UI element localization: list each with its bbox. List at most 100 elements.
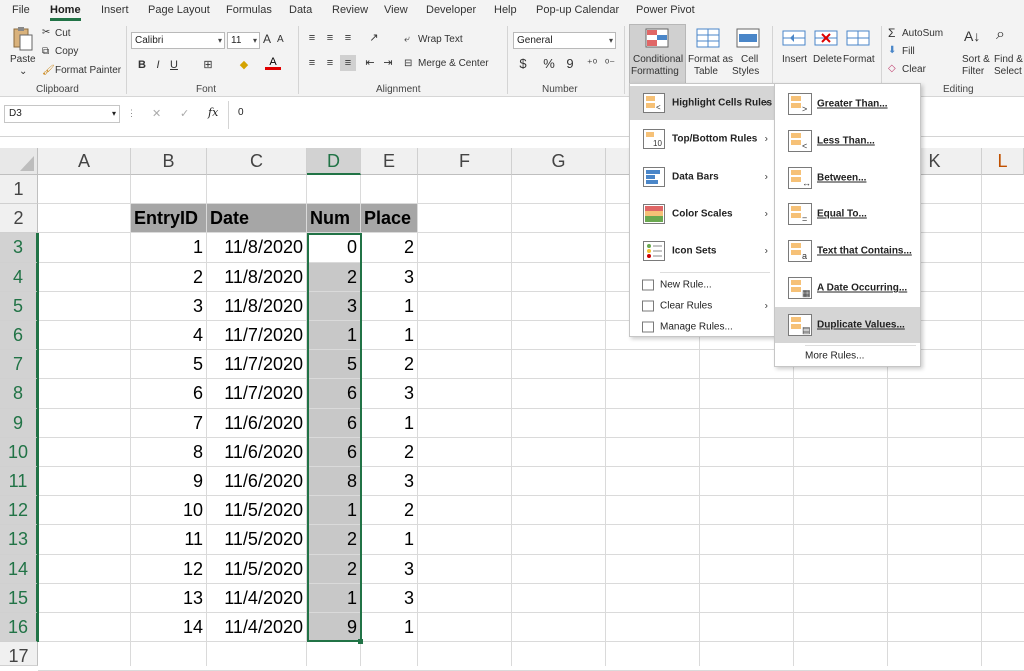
tab-page-layout[interactable]: Page Layout (148, 4, 210, 16)
menu-item-icon-sets[interactable]: Icon Sets› (630, 234, 774, 268)
format-cells-icon[interactable] (846, 28, 870, 48)
column-header-f[interactable]: F (418, 148, 512, 175)
row-header-11[interactable]: 11 (0, 467, 38, 496)
wrap-text-icon[interactable]: ⤶ (404, 34, 410, 45)
cell-date[interactable]: 11/6/2020 (207, 467, 306, 495)
clear-icon[interactable]: ◇ (888, 63, 896, 74)
row-header-3[interactable]: 3 (0, 233, 38, 262)
delete-cells-icon[interactable] (814, 28, 838, 48)
find-select-label-2[interactable]: Select (994, 66, 1022, 77)
cell-entryid[interactable]: 2 (131, 263, 206, 291)
submenu-item-more-rules[interactable]: More Rules... (775, 346, 920, 366)
tab-power-pivot[interactable]: Power Pivot (636, 4, 695, 16)
fill-icon[interactable]: ⬇ (888, 45, 896, 56)
cancel-icon[interactable]: ✕ (152, 107, 161, 120)
cell-entryid[interactable]: 11 (131, 525, 206, 553)
menu-item-highlight-cells-rules[interactable]: < Highlight Cells Rules› (630, 86, 774, 120)
cell-entryid[interactable]: 5 (131, 350, 206, 378)
grow-font-icon[interactable]: A (263, 32, 271, 46)
fill-color-icon[interactable]: ◆ (236, 57, 252, 73)
shrink-font-icon[interactable]: A (277, 34, 284, 45)
font-size-select[interactable]: 11▾ (227, 32, 260, 49)
align-top-icon[interactable]: ≡ (304, 30, 320, 46)
cell-entryid[interactable]: 1 (131, 233, 206, 261)
cell-styles-label-2[interactable]: Styles (732, 66, 759, 77)
cell-entryid[interactable]: 12 (131, 555, 206, 583)
table-header-date[interactable]: Date (207, 204, 306, 232)
tab-file[interactable]: File (12, 4, 30, 16)
align-middle-icon[interactable]: ≡ (322, 30, 338, 46)
cell-entryid[interactable]: 3 (131, 292, 206, 320)
borders-icon[interactable]: ⊞ (200, 57, 216, 73)
wrap-text-label[interactable]: Wrap Text (418, 34, 463, 45)
row-header-17[interactable]: 17 (0, 642, 38, 666)
cell-entryid[interactable]: 7 (131, 409, 206, 437)
column-header-b[interactable]: B (131, 148, 207, 175)
insert-label[interactable]: Insert (782, 54, 807, 65)
row-header-14[interactable]: 14 (0, 555, 38, 584)
select-all-button[interactable] (0, 148, 38, 175)
menu-item-manage-rules[interactable]: Manage Rules... (630, 317, 774, 337)
cell-place[interactable]: 3 (361, 263, 417, 291)
menu-item-clear-rules[interactable]: Clear Rules› (630, 296, 774, 316)
sort-filter-icon[interactable]: A↓ (964, 28, 980, 44)
format-as-table-label-1[interactable]: Format as (688, 54, 733, 65)
submenu-item-text-contains[interactable]: aText that Contains... (775, 233, 920, 269)
cell-place[interactable]: 1 (361, 613, 417, 641)
align-left-icon[interactable]: ≡ (304, 55, 320, 71)
number-format-select[interactable]: General▾ (513, 32, 616, 49)
column-header-d[interactable]: D (307, 148, 361, 175)
paste-dropdown-icon[interactable]: ⌄ (19, 66, 27, 77)
bold-button[interactable]: B (134, 57, 150, 73)
formula-input[interactable]: 0 (232, 105, 624, 123)
cell-place[interactable]: 3 (361, 584, 417, 612)
increase-indent-icon[interactable]: ⇥ (380, 55, 396, 71)
table-header-num[interactable]: Num (307, 204, 360, 232)
conditional-formatting-label-1[interactable]: Conditional (633, 54, 683, 65)
cell-entryid[interactable]: 8 (131, 438, 206, 466)
fill-handle[interactable] (358, 639, 363, 644)
row-header-1[interactable]: 1 (0, 175, 38, 204)
align-bottom-icon[interactable]: ≡ (340, 30, 356, 46)
cell-date[interactable]: 11/7/2020 (207, 321, 306, 349)
tab-popup-calendar[interactable]: Pop-up Calendar (536, 4, 619, 16)
cell-date[interactable]: 11/5/2020 (207, 525, 306, 553)
cell-entryid[interactable]: 9 (131, 467, 206, 495)
row-header-9[interactable]: 9 (0, 409, 38, 438)
align-center-icon[interactable]: ≡ (322, 55, 338, 71)
format-painter-label[interactable]: Format Painter (55, 65, 121, 76)
submenu-item-equal-to[interactable]: =Equal To... (775, 196, 920, 232)
cell-place[interactable]: 3 (361, 555, 417, 583)
row-header-2[interactable]: 2 (0, 204, 38, 233)
tab-view[interactable]: View (384, 4, 408, 16)
cut-icon[interactable]: ✂ (42, 27, 50, 38)
sort-filter-label-1[interactable]: Sort & (962, 54, 990, 65)
cell-place[interactable]: 1 (361, 525, 417, 553)
enter-icon[interactable]: ✓ (180, 107, 189, 120)
submenu-item-date-occurring[interactable]: ▦A Date Occurring... (775, 270, 920, 306)
tab-data[interactable]: Data (289, 4, 312, 16)
column-header-a[interactable]: A (38, 148, 131, 175)
row-header-13[interactable]: 13 (0, 525, 38, 554)
paste-icon[interactable] (10, 26, 34, 52)
submenu-item-greater-than[interactable]: >Greater Than... (775, 86, 920, 122)
cell-place[interactable]: 3 (361, 467, 417, 495)
copy-label[interactable]: Copy (55, 46, 78, 57)
tab-formulas[interactable]: Formulas (226, 4, 272, 16)
currency-button[interactable]: $ (515, 56, 531, 72)
conditional-formatting-label-2[interactable]: Formatting (631, 66, 679, 77)
autosum-label[interactable]: AutoSum (902, 28, 943, 39)
menu-item-top-bottom-rules[interactable]: 10 Top/Bottom Rules› (630, 122, 774, 156)
orientation-icon[interactable]: ↗ (366, 30, 382, 46)
comma-button[interactable]: 9 (562, 56, 578, 72)
cell-entryid[interactable]: 4 (131, 321, 206, 349)
cell-place[interactable]: 2 (361, 350, 417, 378)
name-box[interactable]: D3▾ (4, 105, 120, 123)
row-header-12[interactable]: 12 (0, 496, 38, 525)
decrease-indent-icon[interactable]: ⇤ (362, 55, 378, 71)
font-color-icon[interactable]: A (265, 56, 281, 70)
cut-label[interactable]: Cut (55, 28, 71, 39)
tab-home[interactable]: Home (50, 4, 81, 16)
cell-date[interactable]: 11/5/2020 (207, 496, 306, 524)
find-select-icon[interactable]: ⌕ (996, 26, 1005, 44)
